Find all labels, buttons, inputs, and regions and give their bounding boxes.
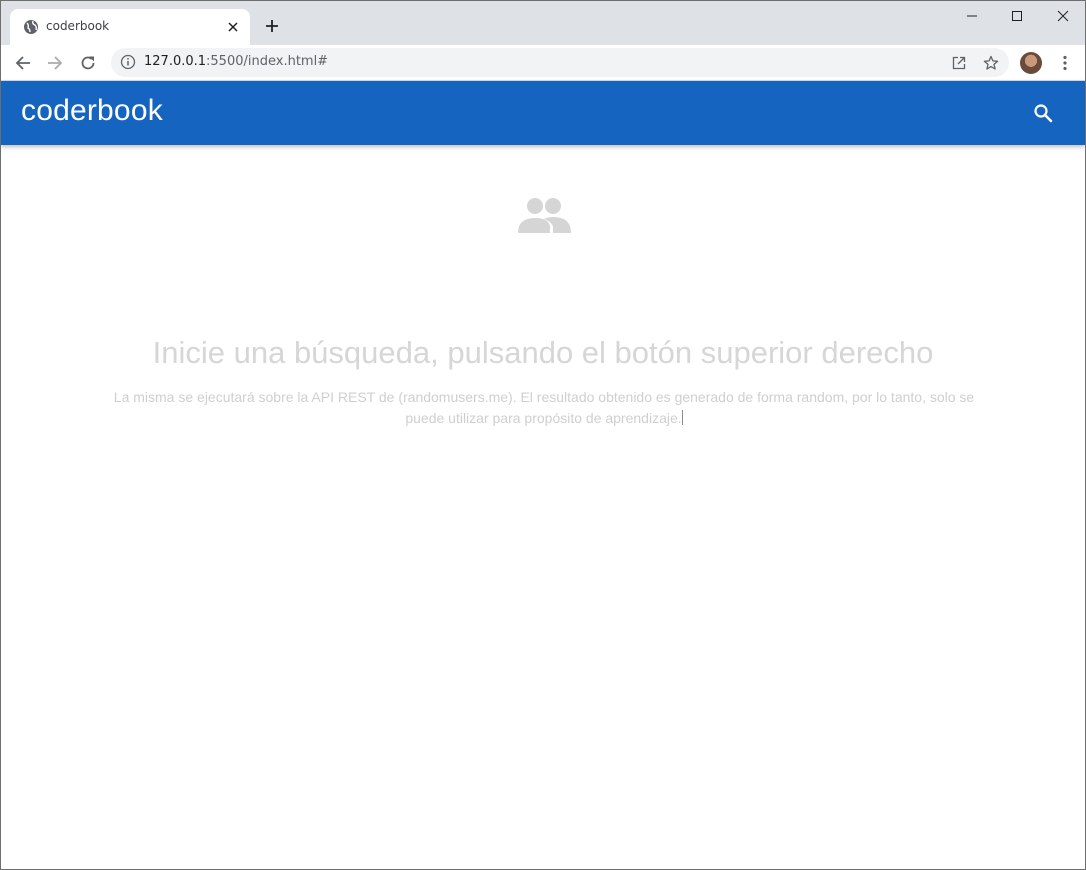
people-icon <box>515 195 573 237</box>
maximize-icon[interactable] <box>994 1 1040 31</box>
forward-arrow-icon[interactable] <box>41 49 69 77</box>
empty-state-description-text: La misma se ejecutará sobre la API REST … <box>113 389 975 426</box>
globe-icon <box>23 19 39 35</box>
address-bar[interactable]: 127.0.0.1:5500/index.html# <box>111 48 1009 77</box>
kebab-menu-icon[interactable] <box>1051 49 1079 77</box>
window-close-icon[interactable] <box>1040 1 1085 31</box>
app-bar: coderbook <box>1 81 1085 145</box>
star-icon[interactable] <box>981 53 1001 73</box>
plus-icon[interactable] <box>260 14 284 38</box>
browser-tab[interactable]: coderbook <box>10 9 250 45</box>
search-icon[interactable] <box>1029 99 1057 127</box>
close-icon[interactable] <box>224 18 242 36</box>
url-path: :5500/index.html# <box>206 54 329 69</box>
browser-window: coderbook 127.0.0.1:5500/index.html# cod… <box>0 0 1086 870</box>
open-external-icon[interactable] <box>949 53 969 73</box>
url-host: 127.0.0.1 <box>144 54 207 69</box>
empty-state-title: Inicie una búsqueda, pulsando el botón s… <box>152 335 934 370</box>
tab-strip: coderbook <box>1 1 1085 45</box>
empty-state-description: La misma se ejecutará sobre la API REST … <box>109 387 979 429</box>
tab-title: coderbook <box>46 19 110 33</box>
url-text: 127.0.0.1:5500/index.html# <box>144 54 328 69</box>
info-icon[interactable] <box>120 54 136 70</box>
minimize-icon[interactable] <box>949 1 995 31</box>
brand-title[interactable]: coderbook <box>21 94 163 128</box>
browser-toolbar: 127.0.0.1:5500/index.html# <box>1 45 1085 81</box>
text-cursor <box>681 410 683 425</box>
avatar[interactable] <box>1020 52 1042 74</box>
back-arrow-icon[interactable] <box>9 49 37 77</box>
reload-icon[interactable] <box>74 49 102 77</box>
